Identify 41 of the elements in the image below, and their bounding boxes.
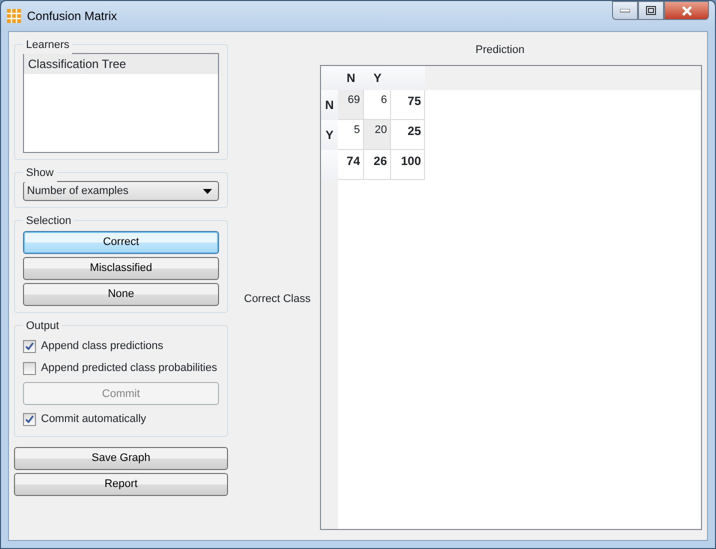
total-cell: 75 — [391, 90, 425, 120]
total-cell: 26 — [364, 150, 391, 180]
row-header: N — [321, 90, 338, 120]
total-cell: 25 — [391, 120, 425, 150]
checkbox-label: Append predicted class probabilities — [41, 361, 218, 376]
grid-icon — [7, 9, 21, 23]
header-cell — [391, 66, 425, 90]
list-item[interactable]: Classification Tree — [24, 54, 218, 74]
table-cell: 20 — [364, 120, 391, 150]
close-button[interactable] — [664, 1, 709, 20]
close-icon — [680, 6, 692, 16]
select-button[interactable]: None — [23, 282, 219, 306]
group-title: Learners — [23, 37, 72, 54]
group-title: Show — [23, 165, 57, 182]
checkbox[interactable] — [23, 362, 36, 375]
minimize-button[interactable] — [612, 1, 638, 20]
column-header: Y — [364, 66, 391, 90]
minimize-icon — [620, 8, 630, 12]
axis-title: Prediction — [474, 43, 526, 58]
maximize-button[interactable] — [638, 1, 664, 20]
checkbox-label: Commit automatically — [41, 412, 146, 427]
checkbox-label: Append class predictions — [41, 339, 164, 354]
learner-list[interactable]: Classification Tree — [23, 53, 219, 153]
total-cell: 100 — [391, 150, 425, 180]
checkbox[interactable] — [23, 340, 36, 353]
table-cell: 69 — [338, 90, 364, 120]
action-button[interactable]: Report — [14, 472, 228, 496]
checkbox[interactable] — [23, 412, 36, 426]
maximize-icon — [646, 6, 656, 15]
select-button[interactable]: Misclassified — [23, 256, 219, 280]
axis-title: Correct Class — [244, 292, 311, 307]
header-cell — [321, 66, 338, 90]
caret-icon — [203, 188, 212, 194]
dropdown[interactable]: Number of examples — [23, 181, 219, 201]
select-button[interactable]: Correct — [23, 231, 219, 254]
window-title: Confusion Matrix — [27, 8, 118, 25]
row-header: Y — [321, 120, 338, 150]
column-header: N — [338, 66, 364, 90]
total-cell: 74 — [338, 150, 364, 180]
action-button[interactable]: Save Graph — [14, 447, 228, 470]
header-cell — [321, 150, 338, 180]
